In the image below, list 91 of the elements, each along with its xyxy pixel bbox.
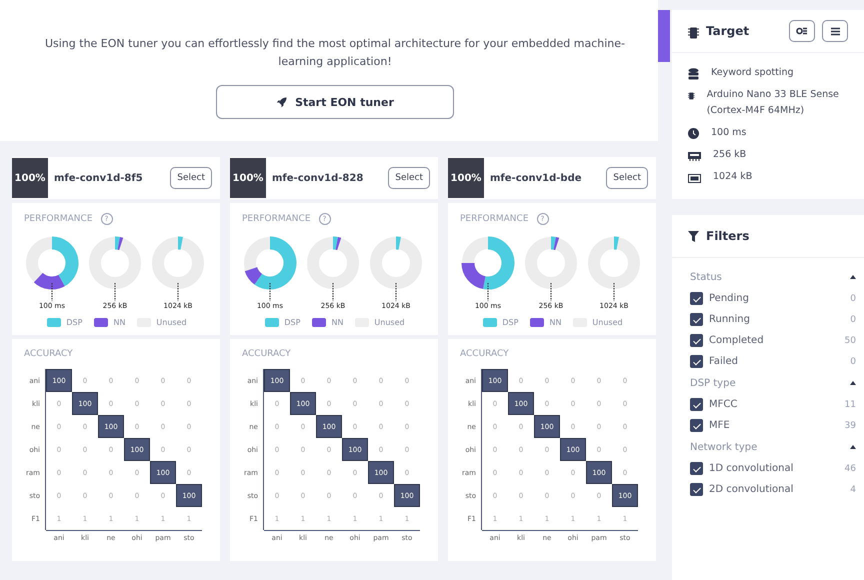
- filter-icon: [688, 230, 699, 242]
- filter-count: 39: [844, 420, 856, 430]
- filter-group-title: Status: [690, 272, 722, 282]
- legend-label: Unused: [156, 318, 187, 327]
- filter-group-title: DSP type: [690, 378, 736, 388]
- filter-group-title: Network type: [690, 442, 758, 452]
- legend-label: NN: [113, 318, 126, 327]
- checkbox[interactable]: [690, 398, 703, 411]
- select-button[interactable]: Select: [170, 167, 212, 189]
- legend-swatch: [265, 318, 280, 327]
- legend-swatch: [530, 318, 544, 327]
- storage-icon: [688, 174, 701, 183]
- chip-icon: [688, 26, 699, 38]
- legend-label: DSP: [502, 318, 518, 327]
- legend-label: DSP: [66, 318, 82, 327]
- score-badge: 100%: [448, 158, 484, 198]
- legend-label: NN: [331, 318, 344, 327]
- legend-label: DSP: [284, 318, 300, 327]
- target-detail: 1024 kB: [713, 170, 752, 184]
- model-name: mfe-conv1d-bde: [490, 172, 583, 184]
- menu-icon: [830, 26, 840, 36]
- section-title: PERFORMANCE: [24, 214, 93, 224]
- legend-label: NN: [549, 318, 562, 327]
- model-name: mfe-conv1d-828: [272, 172, 364, 184]
- score-badge: 100%: [12, 158, 48, 198]
- donut-drawing: [87, 235, 143, 301]
- filter-label: 1D convolutional: [709, 463, 794, 474]
- memory-icon: [688, 152, 701, 161]
- checkbox[interactable]: [690, 313, 703, 326]
- filter-count: 4: [850, 484, 856, 494]
- legend-label: Unused: [374, 318, 405, 327]
- model-name: mfe-conv1d-8f5: [54, 172, 144, 184]
- panel-title: Target: [706, 24, 750, 38]
- intro-text: Using the EON tuner you can effortlessly find the most optimal architecture for your embedded machine-learning application!: [44, 36, 626, 70]
- filter-count: 0: [850, 294, 856, 304]
- filter-count: 46: [844, 464, 856, 474]
- filter-label: Running: [709, 314, 751, 325]
- legend-swatch: [94, 318, 108, 327]
- chip-icon: [688, 90, 695, 102]
- donut-drawing: [368, 235, 424, 301]
- target-detail: 256 kB: [713, 148, 746, 162]
- select-button[interactable]: Select: [606, 167, 648, 189]
- section-title: ACCURACY: [24, 349, 74, 359]
- checkbox[interactable]: [690, 483, 703, 496]
- section-title: ACCURACY: [242, 349, 292, 359]
- legend-swatch: [483, 318, 498, 327]
- checkbox[interactable]: [690, 334, 703, 347]
- score-badge: 100%: [230, 158, 266, 198]
- caret-icon[interactable]: [850, 445, 856, 449]
- accent-bar: [658, 10, 670, 62]
- settings-icon: [796, 27, 808, 35]
- filter-label: 2D convolutional: [709, 484, 794, 495]
- checkbox[interactable]: [690, 419, 703, 432]
- caret-icon[interactable]: [850, 275, 856, 279]
- legend-label: Unused: [592, 318, 623, 327]
- panel-title: Filters: [706, 229, 750, 243]
- checkbox[interactable]: [690, 355, 703, 368]
- donut-drawing: [242, 235, 298, 301]
- clock-icon: [688, 128, 699, 139]
- donut-drawing: [586, 235, 642, 301]
- donut-drawing: [305, 235, 361, 301]
- target-detail: Arduino Nano 33 BLE Sense (Cortex-M4F 64MHz): [706, 88, 840, 118]
- section-title: ACCURACY: [460, 349, 510, 359]
- start-tuner-button[interactable]: Start EON tuner: [216, 85, 454, 119]
- section-title: PERFORMANCE: [460, 214, 529, 224]
- select-button[interactable]: Select: [388, 167, 430, 189]
- target-detail: Keyword spotting: [711, 66, 794, 80]
- filter-label: Pending: [709, 293, 750, 304]
- filter-label: MFCC: [709, 399, 738, 410]
- filter-label: Completed: [709, 335, 765, 346]
- section-title: PERFORMANCE: [242, 214, 311, 224]
- legend-swatch: [312, 318, 326, 327]
- filter-label: MFE: [709, 420, 731, 431]
- filter-label: Failed: [709, 356, 740, 367]
- target-detail: 100 ms: [711, 126, 746, 140]
- settings-button[interactable]: [789, 20, 815, 42]
- legend-swatch: [47, 318, 62, 327]
- donut-drawing: [523, 235, 579, 301]
- filter-count: 0: [850, 314, 856, 324]
- checkbox[interactable]: [690, 462, 703, 475]
- filter-count: 0: [850, 356, 856, 366]
- rocket-icon: [276, 96, 288, 108]
- caret-icon[interactable]: [850, 381, 856, 385]
- checkbox[interactable]: [690, 292, 703, 305]
- menu-button[interactable]: [822, 20, 848, 42]
- filter-count: 11: [844, 400, 856, 410]
- donut-drawing: [150, 235, 206, 301]
- donut-drawing: [24, 235, 80, 301]
- donut-drawing: [460, 235, 516, 301]
- database-icon: [688, 68, 699, 80]
- filter-count: 50: [844, 336, 856, 346]
